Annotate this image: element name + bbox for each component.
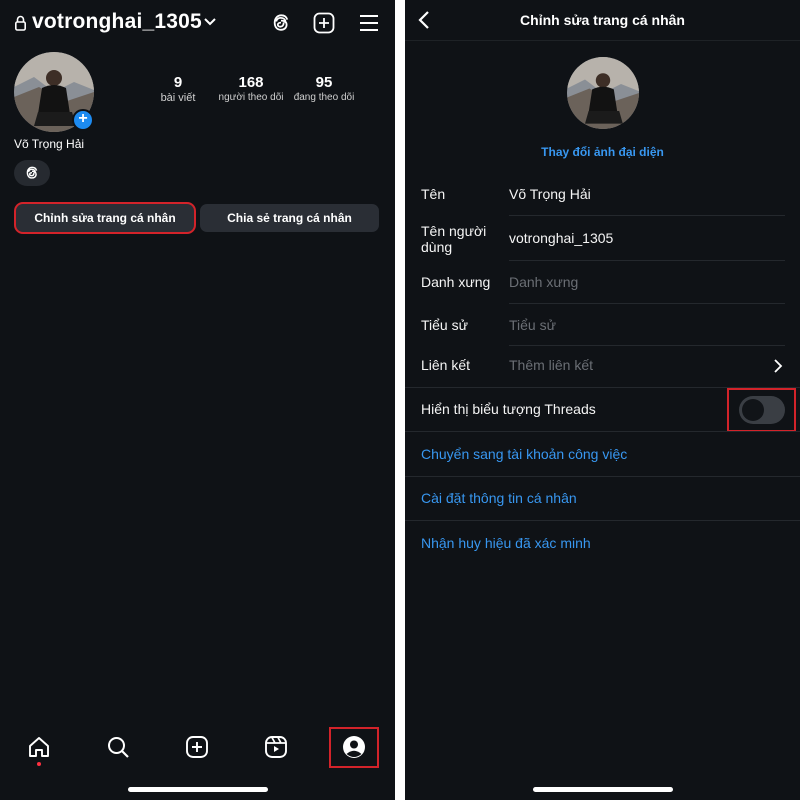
threads-icon: [26, 166, 38, 179]
edit-profile-button[interactable]: Chỉnh sửa trang cá nhân: [16, 204, 194, 232]
create-icon[interactable]: [185, 735, 209, 759]
notification-dot: [37, 762, 41, 766]
edit-profile-screen: Chỉnh sửa trang cá nhân Thay đổi ảnh đại…: [405, 0, 800, 800]
share-profile-button[interactable]: Chia sẻ trang cá nhân: [200, 204, 379, 232]
chevron-right-icon[interactable]: [773, 358, 783, 374]
divider: [509, 345, 785, 346]
chevron-down-icon[interactable]: [203, 15, 217, 29]
profile-top-bar: votronghai_1305: [0, 0, 395, 48]
change-photo-link[interactable]: Thay đổi ảnh đại diện: [405, 145, 800, 159]
name-label: Tên: [421, 186, 446, 202]
bio-label: Tiểu sử: [421, 317, 468, 333]
reels-icon[interactable]: [264, 735, 288, 759]
posts-count[interactable]: 9 bài viết: [138, 74, 218, 104]
links-label: Liên kết: [421, 357, 471, 373]
avatar-photo: [567, 57, 639, 129]
divider: [509, 215, 785, 216]
switch-business-link[interactable]: Chuyển sang tài khoản công việc: [421, 446, 627, 462]
following-count[interactable]: 95 đang theo dõi: [284, 74, 364, 103]
divider: [509, 303, 785, 304]
threads-badge-button[interactable]: [14, 160, 50, 186]
toggle-highlight: [727, 388, 796, 432]
following-count-value: 95: [315, 74, 333, 91]
divider: [405, 520, 800, 521]
profile-screen: votronghai_1305 + 9 bài viết 168 người t…: [0, 0, 395, 800]
lock-icon: [15, 15, 26, 31]
profile-full-name: Võ Trọng Hải: [14, 137, 85, 151]
home-icon[interactable]: [27, 735, 51, 759]
links-field[interactable]: Thêm liên kết: [509, 357, 593, 373]
personal-info-link[interactable]: Cài đặt thông tin cá nhân: [421, 490, 577, 506]
divider: [509, 260, 785, 261]
verified-badge-link[interactable]: Nhận huy hiệu đã xác minh: [421, 535, 591, 551]
profile-tab-highlight: [329, 727, 379, 768]
followers-count-label: người theo dõi: [218, 92, 284, 103]
posts-count-label: bài viết: [160, 92, 196, 104]
username-field[interactable]: votronghai_1305: [509, 230, 613, 246]
pronouns-field[interactable]: Danh xưng: [509, 274, 578, 290]
threads-badge-label: Hiển thị biểu tượng Threads: [421, 401, 596, 417]
divider: [405, 431, 800, 432]
add-story-icon[interactable]: +: [72, 109, 94, 131]
username-label: Tên người dùng: [421, 223, 487, 255]
header-divider: [405, 40, 800, 41]
home-indicator: [533, 787, 673, 792]
pronouns-label: Danh xưng: [421, 274, 491, 290]
username-switcher[interactable]: votronghai_1305: [32, 10, 202, 34]
name-field[interactable]: Võ Trọng Hải: [509, 186, 591, 202]
avatar[interactable]: [567, 57, 639, 129]
posts-count-value: 9: [173, 74, 183, 91]
followers-count-value: 168: [238, 74, 264, 91]
home-indicator: [128, 787, 268, 792]
menu-icon[interactable]: [358, 12, 380, 34]
search-icon[interactable]: [106, 735, 130, 759]
new-post-icon[interactable]: [313, 12, 335, 34]
divider: [405, 476, 800, 477]
page-title: Chỉnh sửa trang cá nhân: [520, 12, 685, 28]
followers-count[interactable]: 168 người theo dõi: [211, 74, 291, 103]
following-count-label: đang theo dõi: [293, 92, 355, 103]
threads-icon[interactable]: [270, 12, 292, 34]
bio-field[interactable]: Tiểu sử: [509, 317, 556, 333]
